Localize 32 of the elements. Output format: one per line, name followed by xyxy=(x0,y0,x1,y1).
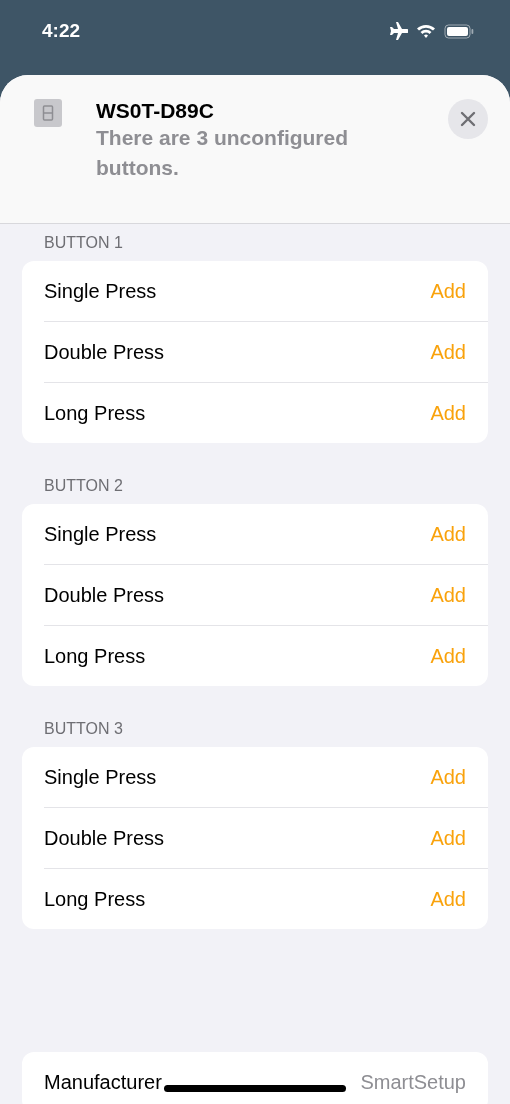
section-header: BUTTON 1 xyxy=(43,234,124,253)
add-link[interactable]: Add xyxy=(430,644,466,668)
info-value: SmartSetup xyxy=(360,1070,466,1094)
wifi-icon xyxy=(416,23,436,39)
press-label: Double Press xyxy=(44,826,165,850)
add-link[interactable]: Add xyxy=(430,583,466,607)
press-label: Double Press xyxy=(44,583,165,607)
status-time: 4:22 xyxy=(42,20,81,42)
press-label: Single Press xyxy=(44,765,157,789)
airplane-icon xyxy=(388,22,408,40)
add-link[interactable]: Add xyxy=(430,887,466,911)
add-link[interactable]: Add xyxy=(430,401,466,425)
press-label: Double Press xyxy=(44,340,165,364)
press-label: Long Press xyxy=(44,887,146,911)
press-label: Long Press xyxy=(44,644,146,668)
section-header: BUTTON 2 xyxy=(43,477,124,496)
add-link[interactable]: Add xyxy=(430,522,466,546)
press-label: Single Press xyxy=(44,522,157,546)
press-label: Long Press xyxy=(44,401,146,425)
press-label: Single Press xyxy=(44,279,157,303)
add-link[interactable]: Add xyxy=(430,340,466,364)
close-button[interactable] xyxy=(448,99,488,139)
device-subtitle: There are 3 unconfigured buttons. xyxy=(96,125,350,181)
section-header: BUTTON 3 xyxy=(43,720,124,739)
add-link[interactable]: Add xyxy=(430,826,466,850)
switch-icon xyxy=(34,99,62,127)
battery-icon xyxy=(444,23,474,39)
close-icon xyxy=(460,111,476,127)
add-link[interactable]: Add xyxy=(430,279,466,303)
info-label: Manufacturer xyxy=(44,1070,162,1094)
device-title: WS0T-D89C xyxy=(96,99,215,123)
add-link[interactable]: Add xyxy=(430,765,466,789)
